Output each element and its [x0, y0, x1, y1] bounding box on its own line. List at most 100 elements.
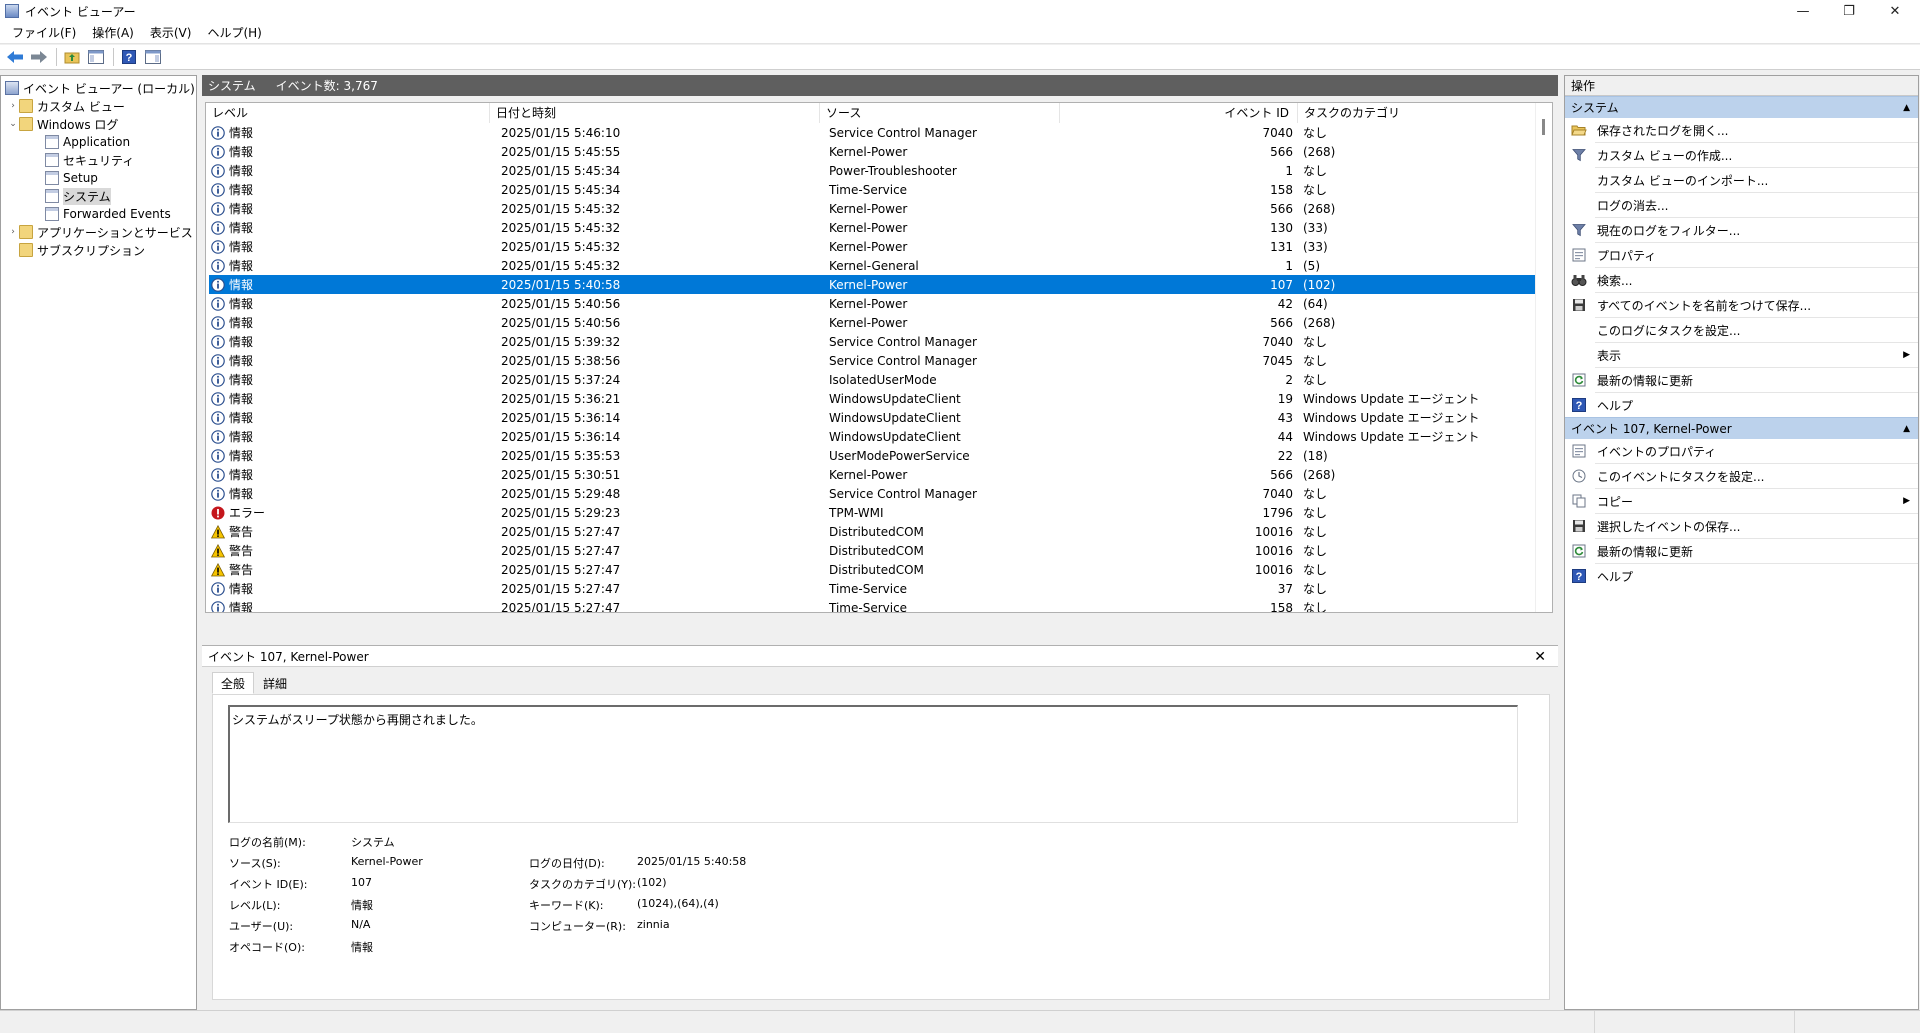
tree-item-forwarded-events[interactable]: Forwarded Events: [45, 205, 171, 223]
up-folder-button[interactable]: [61, 46, 83, 68]
help-button[interactable]: ?: [118, 46, 140, 68]
action-item[interactable]: ? ヘルプ: [1565, 564, 1918, 588]
event-list[interactable]: レベル 日付と時刻 ソース イベント ID タスクのカテゴリ 情報 2025/01…: [205, 102, 1553, 613]
cell-date: 2025/01/15 5:37:24: [501, 372, 621, 387]
table-row[interactable]: 情報 2025/01/15 5:39:32 Service Control Mana…: [209, 332, 1537, 351]
action-item[interactable]: 最新の情報に更新: [1565, 368, 1918, 392]
info-level-icon: [211, 144, 225, 159]
back-button[interactable]: [4, 46, 26, 68]
table-row[interactable]: 情報 2025/01/15 5:35:53 UserModePowerService…: [209, 446, 1537, 465]
menu-view[interactable]: 表示(V): [142, 22, 200, 44]
action-item[interactable]: 現在のログをフィルター...: [1565, 218, 1918, 242]
table-row[interactable]: 情報 2025/01/15 5:45:55 Kernel-Power 566 (268): [209, 142, 1537, 161]
event-detail-pane: 全般 詳細 システムがスリープ状態から再開されました。 ログの名前(M): シス…: [202, 668, 1558, 1010]
table-row[interactable]: 情報 2025/01/15 5:27:47 Time-Service 37 なし: [209, 579, 1537, 598]
tree-item-security[interactable]: セキュリティ: [45, 151, 134, 169]
show-hide-tree-button[interactable]: [85, 46, 107, 68]
action-item[interactable]: 表示 ▶: [1565, 343, 1918, 367]
action-item[interactable]: このイベントにタスクを設定...: [1565, 464, 1918, 488]
event-description[interactable]: システムがスリープ状態から再開されました。: [228, 705, 1518, 823]
tree-item-root[interactable]: イベント ビューアー (ローカル): [5, 79, 195, 97]
action-item[interactable]: すべてのイベントを名前をつけて保存...: [1565, 293, 1918, 317]
actions-section-system[interactable]: システム ▲: [1565, 96, 1918, 118]
tree-item-windows-logs[interactable]: ⌄ Windows ログ: [7, 115, 118, 133]
table-row[interactable]: 警告 2025/01/15 5:27:47 DistributedCOM 10016 な…: [209, 560, 1537, 579]
action-item[interactable]: コピー ▶: [1565, 489, 1918, 513]
table-row[interactable]: 情報 2025/01/15 5:37:24 IsolatedUserMode 2 なし: [209, 370, 1537, 389]
action-item[interactable]: カスタム ビューのインポート...: [1565, 168, 1918, 192]
action-item[interactable]: ログの消去...: [1565, 193, 1918, 217]
collapse-up-icon[interactable]: ▲: [1903, 97, 1910, 119]
folder-icon: [19, 117, 33, 131]
toolbar-separator: [56, 48, 57, 66]
action-item[interactable]: イベントのプロパティ: [1565, 439, 1918, 463]
level-text: 情報: [229, 392, 254, 406]
action-item[interactable]: 最新の情報に更新: [1565, 539, 1918, 563]
action-item[interactable]: プロパティ: [1565, 243, 1918, 267]
toolbar: ?: [0, 45, 1920, 70]
menu-action[interactable]: 操作(A): [84, 22, 142, 44]
action-label: カスタム ビューの作成...: [1597, 148, 1733, 163]
table-row[interactable]: 情報 2025/01/15 5:36:14 WindowsUpdateClient 4…: [209, 408, 1537, 427]
tree-item-subscriptions[interactable]: サブスクリプション: [19, 241, 145, 259]
table-row[interactable]: 警告 2025/01/15 5:27:47 DistributedCOM 10016 な…: [209, 541, 1537, 560]
tree-item-label: システム: [63, 187, 111, 205]
table-row[interactable]: 情報 2025/01/15 5:45:32 Kernel-Power 130 (33): [209, 218, 1537, 237]
table-row[interactable]: エラー 2025/01/15 5:29:23 TPM-WMI 1796 なし: [209, 503, 1537, 522]
tree-item-application[interactable]: Application: [45, 133, 130, 151]
column-header-date[interactable]: 日付と時刻: [490, 103, 820, 123]
table-row[interactable]: 情報 2025/01/15 5:36:21 WindowsUpdateClient 1…: [209, 389, 1537, 408]
cell-task-category: (268): [1303, 467, 1336, 482]
table-row[interactable]: 警告 2025/01/15 5:27:47 DistributedCOM 10016 な…: [209, 522, 1537, 541]
table-row[interactable]: 情報 2025/01/15 5:45:32 Kernel-General 1 (5): [209, 256, 1537, 275]
svg-text:?: ?: [1576, 400, 1583, 412]
action-label: ヘルプ: [1597, 398, 1634, 413]
action-item[interactable]: ? ヘルプ: [1565, 393, 1918, 417]
action-item[interactable]: 保存されたログを開く...: [1565, 118, 1918, 142]
column-header-event-id[interactable]: イベント ID: [1060, 103, 1298, 123]
table-row[interactable]: 情報 2025/01/15 5:40:56 Kernel-Power 42 (64): [209, 294, 1537, 313]
forward-button[interactable]: [28, 46, 50, 68]
action-item[interactable]: このログにタスクを設定...: [1565, 318, 1918, 342]
table-row[interactable]: 情報 2025/01/15 5:45:32 Kernel-Power 566 (268): [209, 199, 1537, 218]
table-row[interactable]: 情報 2025/01/15 5:27:47 Time-Service 158 なし: [209, 598, 1537, 612]
action-item[interactable]: カスタム ビューの作成...: [1565, 143, 1918, 167]
collapse-up-icon[interactable]: ▲: [1903, 418, 1910, 440]
level-text: 情報: [229, 126, 254, 140]
cell-source: DistributedCOM: [829, 524, 924, 539]
table-row[interactable]: 情報 2025/01/15 5:45:34 Time-Service 158 なし: [209, 180, 1537, 199]
menu-help[interactable]: ヘルプ(H): [199, 22, 269, 44]
maximize-button[interactable]: ❐: [1826, 0, 1872, 22]
scrollbar-thumb[interactable]: [1542, 119, 1545, 135]
tree-item-app-services-logs[interactable]: › アプリケーションとサービス ログ: [7, 223, 196, 241]
tab-details[interactable]: 詳細: [254, 672, 296, 694]
column-header-source[interactable]: ソース: [820, 103, 1060, 123]
tree-item-system[interactable]: システム: [45, 187, 111, 205]
close-window-button[interactable]: ✕: [1872, 0, 1918, 22]
table-row[interactable]: 情報 2025/01/15 5:45:32 Kernel-Power 131 (33): [209, 237, 1537, 256]
column-header-level[interactable]: レベル: [206, 103, 490, 123]
chevron-down-icon[interactable]: ⌄: [7, 119, 19, 129]
action-item[interactable]: 選択したイベントの保存...: [1565, 514, 1918, 538]
table-row[interactable]: 情報 2025/01/15 5:45:34 Power-Troubleshooter…: [209, 161, 1537, 180]
minimize-button[interactable]: —: [1780, 0, 1826, 22]
table-row[interactable]: 情報 2025/01/15 5:29:48 Service Control Mana…: [209, 484, 1537, 503]
chevron-right-icon[interactable]: ›: [7, 101, 19, 111]
actions-section-event[interactable]: イベント 107, Kernel-Power ▲: [1565, 417, 1918, 439]
close-detail-button[interactable]: ✕: [1534, 649, 1546, 665]
column-header-task-category[interactable]: タスクのカテゴリ: [1298, 103, 1536, 123]
tree-item-custom-views[interactable]: › カスタム ビュー: [7, 97, 125, 115]
table-row[interactable]: 情報 2025/01/15 5:38:56 Service Control Mana…: [209, 351, 1537, 370]
tab-general[interactable]: 全般: [212, 672, 255, 694]
action-item[interactable]: 検索...: [1565, 268, 1918, 292]
chevron-right-icon[interactable]: ›: [7, 227, 19, 237]
show-hide-action-pane-button[interactable]: [142, 46, 164, 68]
menu-file[interactable]: ファイル(F): [4, 22, 84, 44]
table-row[interactable]: 情報 2025/01/15 5:30:51 Kernel-Power 566 (268): [209, 465, 1537, 484]
table-row[interactable]: 情報 2025/01/15 5:46:10 Service Control Mana…: [209, 123, 1537, 142]
vertical-scrollbar[interactable]: [1535, 103, 1552, 612]
table-row[interactable]: 情報 2025/01/15 5:40:56 Kernel-Power 566 (268): [209, 313, 1537, 332]
table-row[interactable]: 情報 2025/01/15 5:40:58 Kernel-Power 107 (102): [209, 275, 1537, 294]
tree-item-setup[interactable]: Setup: [45, 169, 98, 187]
table-row[interactable]: 情報 2025/01/15 5:36:14 WindowsUpdateClient 4…: [209, 427, 1537, 446]
